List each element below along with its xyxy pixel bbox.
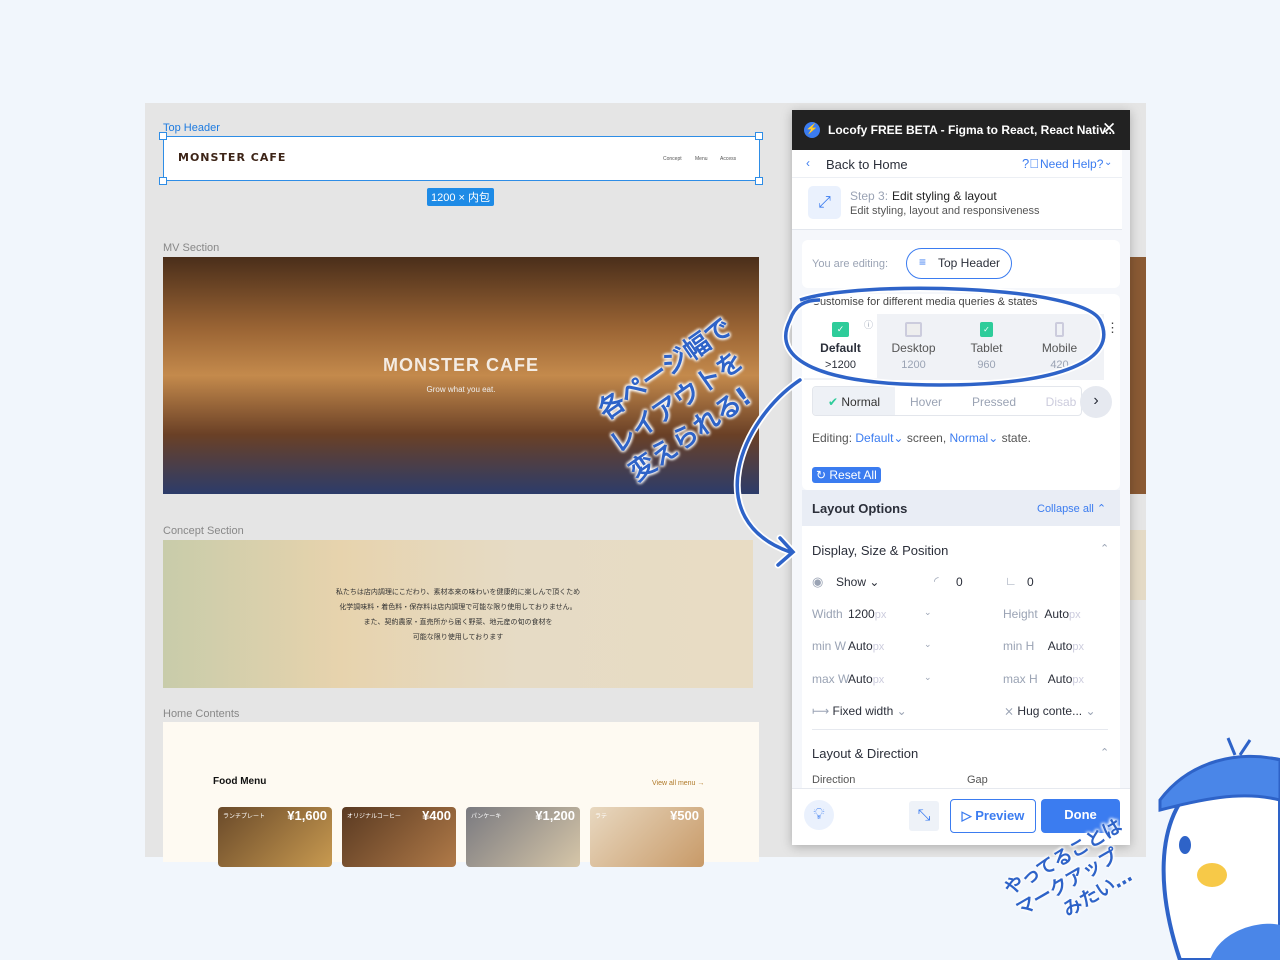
annotation-ellipse bbox=[782, 284, 1108, 389]
mascot-illustration bbox=[1158, 737, 1280, 960]
